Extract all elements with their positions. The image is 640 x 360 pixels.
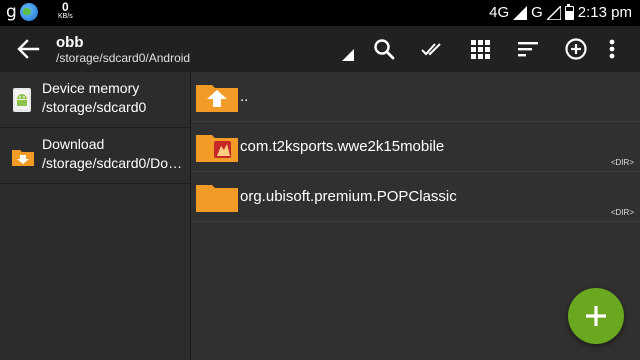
download-folder-icon [12, 148, 34, 166]
back-arrow-icon[interactable] [16, 38, 40, 60]
file-row-parent[interactable]: .. [192, 72, 640, 122]
network-type-g: G [531, 4, 543, 21]
grid-view-icon[interactable] [468, 37, 492, 61]
google-notification-icon: g [6, 2, 17, 22]
globe-notification-icon [19, 3, 38, 21]
add-circle-icon[interactable] [564, 37, 588, 61]
sidebar-item-download[interactable]: Download /storage/sdcard0/Do… [0, 128, 190, 184]
add-fab-button[interactable] [568, 288, 624, 344]
file-name: .. [240, 88, 249, 105]
sort-icon[interactable] [516, 37, 540, 61]
dir-tag: <DIR> [610, 158, 634, 167]
battery-icon [564, 3, 574, 20]
network-speed: 0 KB/s [58, 1, 73, 20]
search-icon[interactable] [372, 37, 396, 61]
status-time: 2:13 pm [577, 4, 632, 21]
network-speed-unit: KB/s [58, 13, 73, 20]
file-row[interactable]: com.t2ksports.wwe2k15mobile <DIR> [192, 122, 640, 172]
file-row[interactable]: org.ubisoft.premium.POPClassic <DIR> [192, 172, 640, 222]
sidebar: Device memory /storage/sdcard0 Download … [0, 72, 191, 360]
status-bar: g 0 KB/s 4G G 2:13 pm [0, 0, 640, 26]
toolbar: obb /storage/sdcard0/Android [0, 26, 640, 72]
android-device-icon [12, 87, 32, 113]
signal-icon-2 [546, 5, 561, 20]
network-speed-value: 0 [62, 0, 69, 14]
folder-path: /storage/sdcard0/Android [56, 51, 191, 65]
file-name: com.t2ksports.wwe2k15mobile [240, 138, 445, 155]
folder-icon [196, 182, 238, 212]
signal-icon [513, 5, 528, 20]
plus-icon [586, 306, 606, 326]
dir-tag: <DIR> [610, 208, 634, 217]
app-folder-icon [196, 132, 238, 162]
file-name: org.ubisoft.premium.POPClassic [240, 188, 457, 205]
sidebar-item-device-memory[interactable]: Device memory /storage/sdcard0 [0, 72, 190, 128]
parent-folder-icon [196, 82, 238, 112]
network-type-4g: 4G [489, 4, 510, 21]
select-all-icon[interactable] [420, 37, 444, 61]
status-right: 4G G 2:13 pm [489, 3, 632, 21]
more-vert-icon[interactable] [606, 37, 618, 61]
sidebar-item-path: /storage/sdcard0/Do… [42, 155, 183, 171]
sidebar-item-path: /storage/sdcard0 [42, 99, 147, 115]
path-dropdown-caret-icon[interactable] [342, 48, 354, 61]
status-left: g [6, 2, 38, 22]
folder-title: obb [56, 34, 84, 51]
sidebar-item-name: Device memory [42, 80, 140, 96]
sidebar-item-name: Download [42, 136, 105, 152]
